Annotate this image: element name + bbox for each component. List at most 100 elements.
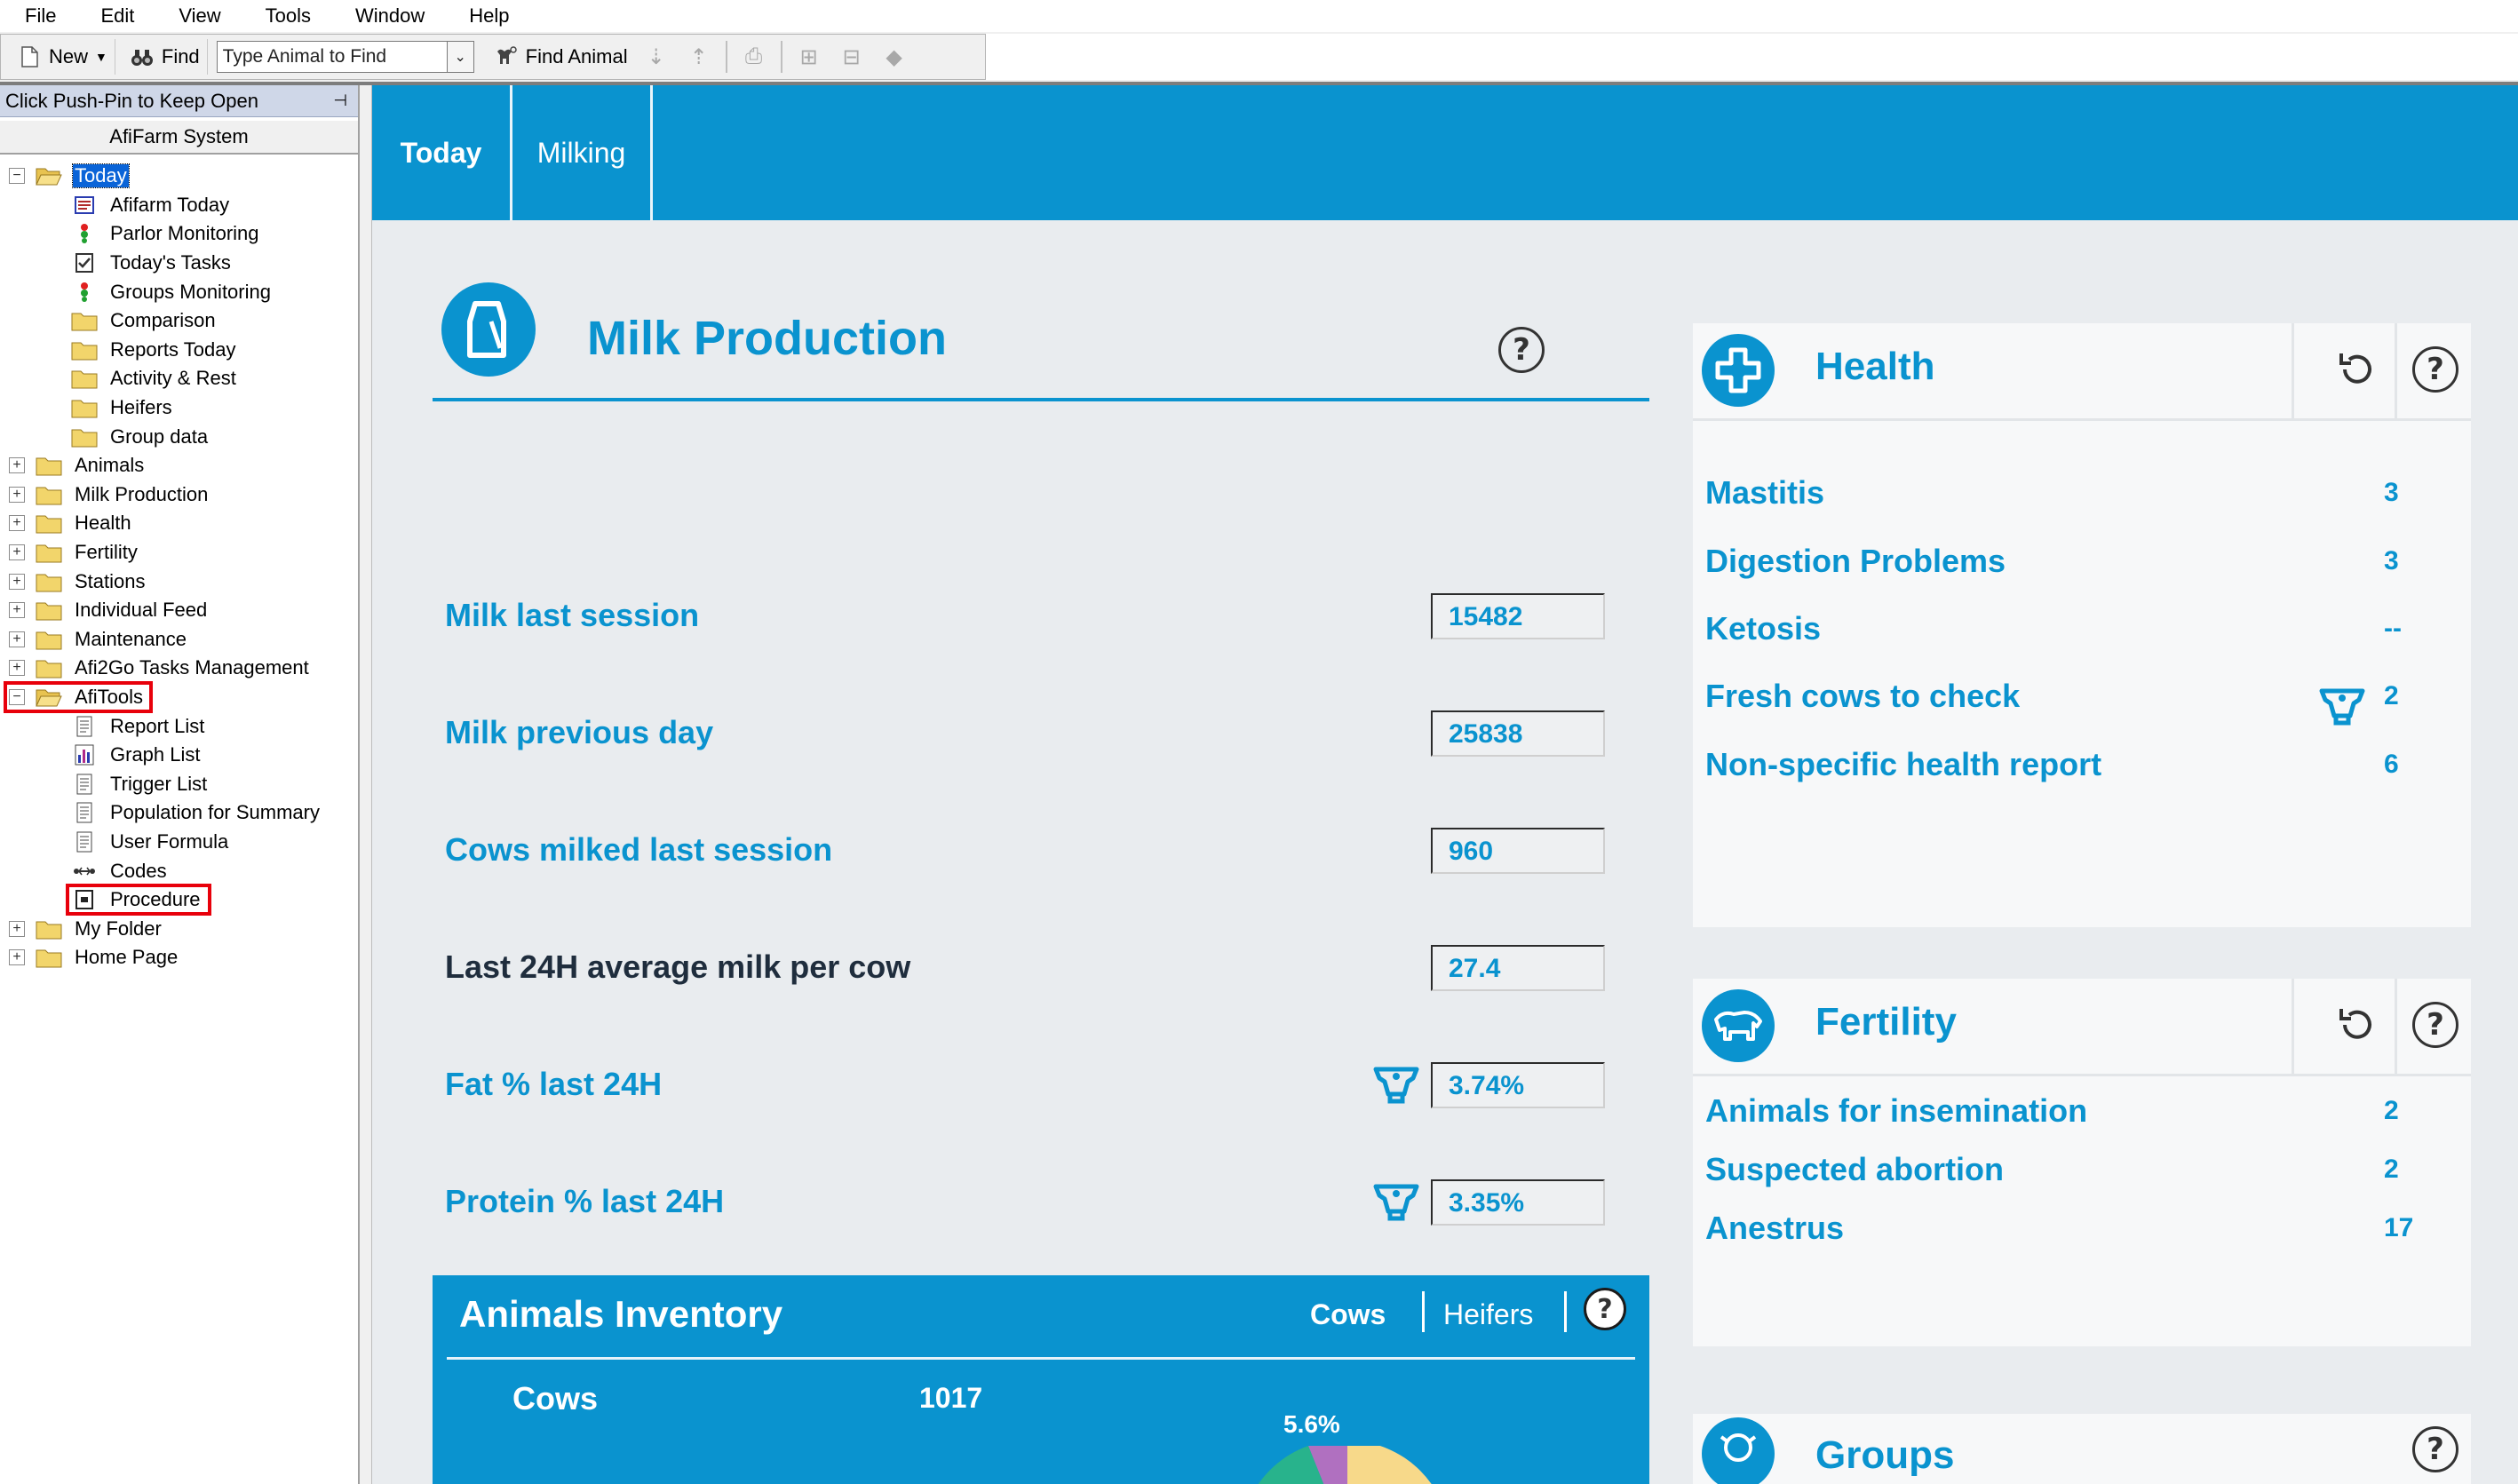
health-item-count[interactable]: 2 [2384,681,2399,711]
expand-toggle-icon[interactable]: + [9,457,25,474]
tree-item-today[interactable]: − Today [0,162,358,191]
tree-item-stations[interactable]: + Stations [0,567,358,596]
tree-item-parlor-monitoring[interactable]: Parlor Monitoring [0,219,358,249]
tree-item-procedure[interactable]: Procedure [0,883,358,917]
tree-item-health[interactable]: + Health [0,509,358,538]
tree-item-afifarm-today[interactable]: Afifarm Today [0,191,358,220]
refresh-icon[interactable] [2332,345,2382,394]
milk-metric-label[interactable]: Cows milked last session [445,831,832,869]
expand-toggle-icon[interactable]: + [9,631,25,647]
fertility-item-count[interactable]: 2 [2384,1155,2399,1185]
tree-item-milk-production[interactable]: + Milk Production [0,480,358,510]
tree-item-maintenance[interactable]: + Maintenance [0,625,358,655]
groups-card: Groups ? [1693,1414,2471,1484]
tree-item-user-formula[interactable]: User Formula [0,828,358,857]
tree-item-trigger-list[interactable]: Trigger List [0,769,358,798]
milk-metric-label[interactable]: Protein % last 24H [445,1183,724,1220]
tree-item-codes[interactable]: Codes [0,856,358,885]
find-button[interactable]: Find [123,39,208,75]
health-item-count[interactable]: 6 [2384,750,2399,780]
milk-metric-label[interactable]: Last 24H average milk per cow [445,948,910,986]
tree-item-comparison[interactable]: Comparison [0,306,358,336]
tree-item-label: My Folder [75,917,162,940]
next-animal-icon[interactable]: ⇡ [683,43,715,71]
menu-edit[interactable]: Edit [93,3,141,29]
find-button-label: Find [161,45,200,67]
help-icon[interactable]: ? [2412,1002,2458,1048]
health-item-label[interactable]: Non-specific health report [1705,746,2101,783]
help-icon[interactable]: ? [1498,327,1545,373]
expand-toggle-icon[interactable]: + [9,573,25,590]
health-item-count[interactable]: -- [2384,614,2402,644]
health-item-label[interactable]: Mastitis [1705,474,1824,512]
menu-view[interactable]: View [171,3,227,29]
tree-item-heifers[interactable]: Heifers [0,393,358,423]
parlor-icon [1373,1067,1419,1104]
tab-today[interactable]: Today [372,85,512,220]
tree-item-individual-feed[interactable]: + Individual Feed [0,596,358,625]
open-folder-icon [36,165,62,186]
menu-help[interactable]: Help [462,3,516,29]
eraser-icon[interactable]: ◆ [878,43,910,71]
new-button[interactable]: New ▼ [10,39,115,75]
milk-metric-value: 27.4 [1431,945,1605,991]
tree-item-graph-list[interactable]: Graph List [0,741,358,770]
tree-view-icon[interactable]: ⊞ [793,43,825,71]
menu-tools[interactable]: Tools [258,3,318,29]
tree-item-animals[interactable]: + Animals [0,451,358,480]
fertility-item-label[interactable]: Suspected abortion [1705,1151,2004,1188]
inventory-cows-value: 1017 [919,1382,983,1414]
fertility-item-label[interactable]: Anestrus [1705,1210,1844,1247]
expand-toggle-icon[interactable]: + [9,920,25,937]
milk-metric-label[interactable]: Milk last session [445,597,699,634]
expand-toggle-icon[interactable]: + [9,949,25,966]
health-item-label[interactable]: Fresh cows to check [1705,678,2020,715]
collapse-icon[interactable]: ⊟ [836,43,868,71]
milk-metric-label[interactable]: Milk previous day [445,714,713,751]
push-pin-icon[interactable]: ⊣ [333,91,347,110]
expand-toggle-icon[interactable]: + [9,544,25,561]
menu-window[interactable]: Window [348,3,432,29]
tree-item-group-data[interactable]: Group data [0,422,358,451]
fertility-item-label[interactable]: Animals for insemination [1705,1092,2087,1130]
tab-cows[interactable]: Cows [1310,1298,1386,1331]
tree-item-groups-monitoring[interactable]: Groups Monitoring [0,277,358,306]
tab-milking[interactable]: Milking [512,85,653,220]
help-icon[interactable]: ? [2412,346,2458,393]
milk-bottle-icon [441,282,536,377]
milk-metric-label[interactable]: Fat % last 24H [445,1066,662,1103]
fertility-item-count[interactable]: 2 [2384,1096,2399,1126]
tree-item-my-folder[interactable]: + My Folder [0,914,358,943]
refresh-icon[interactable] [2332,1000,2382,1050]
health-item-label[interactable]: Digestion Problems [1705,543,2006,580]
expand-toggle-icon[interactable]: + [9,602,25,619]
chevron-down-icon[interactable]: ⌄ [446,42,473,72]
menu-file[interactable]: File [18,3,63,29]
animal-search-combobox[interactable]: Type Animal to Find ⌄ [216,41,474,73]
tree-item-home-page[interactable]: + Home Page [0,943,358,972]
expand-toggle-icon[interactable]: + [9,660,25,677]
health-item-count[interactable]: 3 [2384,478,2399,508]
find-animal-button[interactable]: Find Animal [487,39,635,75]
collapse-toggle-icon[interactable]: − [9,168,25,185]
tree-item-activity-rest[interactable]: Activity & Rest [0,364,358,393]
tree-item-afitools[interactable]: − AfiTools [0,680,358,714]
tab-heifers[interactable]: Heifers [1443,1298,1533,1331]
animal-search-input[interactable]: Type Animal to Find [223,46,386,67]
milk-metric-row: Fat % last 24H 3.74% [433,1059,1649,1112]
tree-item-today-s-tasks[interactable]: Today's Tasks [0,249,358,278]
tree-item-reports-today[interactable]: Reports Today [0,336,358,365]
expand-toggle-icon[interactable]: + [9,486,25,503]
help-icon[interactable]: ? [1584,1288,1626,1330]
help-icon[interactable]: ? [2412,1426,2458,1472]
expand-toggle-icon[interactable]: + [9,515,25,532]
health-item-label[interactable]: Ketosis [1705,610,1821,647]
previous-animal-icon[interactable]: ⇣ [640,43,672,71]
fertility-item-count[interactable]: 17 [2384,1213,2413,1243]
tree-item-report-list[interactable]: Report List [0,711,358,741]
tree-item-fertility[interactable]: + Fertility [0,538,358,567]
print-icon[interactable]: ⎙ [738,43,770,71]
tree-item-population-for-summary[interactable]: Population for Summary [0,798,358,828]
tree-item-afi2go-tasks-management[interactable]: + Afi2Go Tasks Management [0,654,358,683]
health-item-count[interactable]: 3 [2384,546,2399,576]
